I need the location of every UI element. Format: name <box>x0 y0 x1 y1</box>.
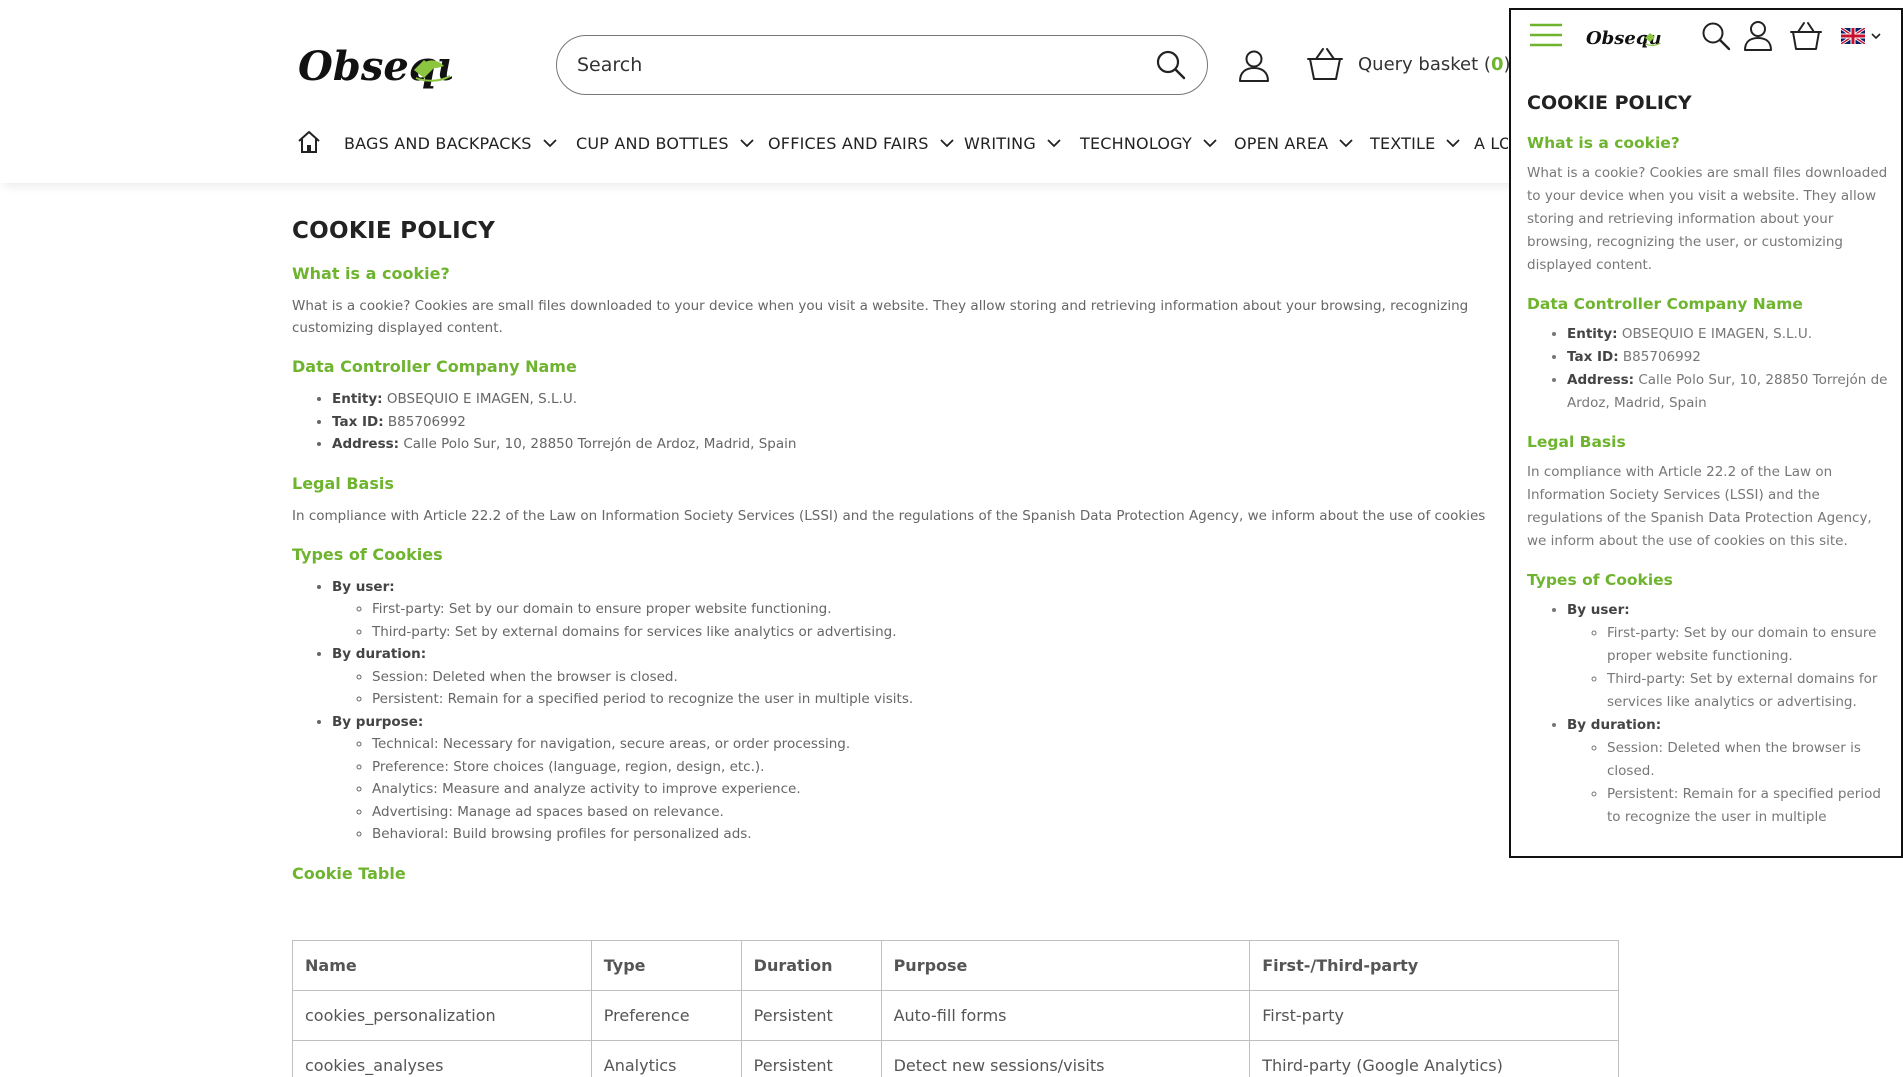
list-item: Address: Calle Polo Sur, 10, 28850 Torre… <box>332 433 1612 456</box>
mobile-basket-icon[interactable] <box>1790 21 1822 51</box>
chevron-down-icon <box>1339 139 1353 148</box>
list-item: Tax ID: B85706992 <box>1567 346 1889 369</box>
list-item: Entity: OBSEQUIO E IMAGEN, S.L.U. <box>1567 323 1889 346</box>
nav-open-area[interactable]: OPEN AREA <box>1234 126 1354 160</box>
nav-offices-and-fairs[interactable]: OFFICES AND FAIRS <box>768 126 955 160</box>
cookie-types-list: By user: First-party: Set by our domain … <box>292 576 1612 846</box>
mobile-cookie-types-list: By user: First-party: Set by our domain … <box>1527 599 1889 829</box>
mobile-page-title: COOKIE POLICY <box>1527 92 1692 114</box>
list-item: By user: First-party: Set by our domain … <box>332 576 1612 644</box>
list-item: Behavioral: Build browsing profiles for … <box>372 823 1612 846</box>
table-row: cookies_analyses Analytics Persistent De… <box>292 1040 1619 1077</box>
mobile-preview: Obsequio COOKIE POLICY What is a cookie?… <box>1509 8 1903 858</box>
home-icon[interactable] <box>296 130 322 154</box>
list-item: By duration: Session: Deleted when the b… <box>332 643 1612 711</box>
section-heading-data-controller: Data Controller Company Name <box>292 357 577 376</box>
list-item: Persistent: Remain for a specified perio… <box>1607 783 1889 829</box>
mobile-data-controller-list: Entity: OBSEQUIO E IMAGEN, S.L.U. Tax ID… <box>1527 323 1889 415</box>
column-header-duration: Duration <box>740 940 882 991</box>
basket-icon[interactable] <box>1306 46 1344 82</box>
table-cell: cookies_personalization <box>292 990 592 1041</box>
mobile-obsequio-logo[interactable]: Obsequio <box>1585 20 1661 52</box>
obsequio-logo[interactable]: Obsequio <box>296 30 452 98</box>
page-title: COOKIE POLICY <box>292 218 496 244</box>
uk-flag-icon[interactable] <box>1841 28 1865 44</box>
list-item: Preference: Store choices (language, reg… <box>372 756 1612 779</box>
column-header-type: Type <box>590 940 742 991</box>
data-controller-list: Entity: OBSEQUIO E IMAGEN, S.L.U. Tax ID… <box>292 388 1612 456</box>
list-item: Third-party: Set by external domains for… <box>1607 668 1889 714</box>
query-basket[interactable]: Query basket (0) <box>1306 46 1511 82</box>
chevron-down-icon <box>1047 139 1061 148</box>
legal-basis-text: In compliance with Article 22.2 of the L… <box>292 507 1486 524</box>
basket-label[interactable]: Query basket (0) <box>1358 54 1511 75</box>
basket-count: 0 <box>1490 53 1504 75</box>
table-cell: Analytics <box>590 1040 742 1077</box>
nav-technology[interactable]: TECHNOLOGY <box>1080 126 1218 160</box>
chevron-down-icon[interactable] <box>1871 32 1881 40</box>
search-input[interactable] <box>577 50 1117 80</box>
chevron-down-icon <box>740 139 754 148</box>
table-cell: Third-party (Google Analytics) <box>1249 1040 1619 1077</box>
section-heading-legal-basis: Legal Basis <box>292 473 394 493</box>
section-heading-what-is-cookie: What is a cookie? <box>292 264 450 283</box>
list-item: By user: First-party: Set by our domain … <box>1567 599 1889 714</box>
list-item: Analytics: Measure and analyze activity … <box>372 778 1612 801</box>
list-item: Address: Calle Polo Sur, 10, 28850 Torre… <box>1567 369 1889 415</box>
column-header-name: Name <box>292 940 592 991</box>
section-heading-types-of-cookies: Types of Cookies <box>292 544 443 564</box>
list-item: Persistent: Remain for a specified perio… <box>372 688 1612 711</box>
mobile-search-icon[interactable] <box>1701 21 1731 51</box>
mobile-user-icon[interactable] <box>1743 20 1773 52</box>
list-item: Advertising: Manage ad spaces based on r… <box>372 801 1612 824</box>
table-cell: Auto-fill forms <box>880 990 1251 1041</box>
section-heading-cookie-table: Cookie Table <box>292 863 406 883</box>
table-cell: Detect new sessions/visits <box>880 1040 1251 1077</box>
list-item: Technical: Necessary for navigation, sec… <box>372 733 1612 756</box>
table-cell: Persistent <box>740 1040 882 1077</box>
mobile-cookie-policy-content: COOKIE POLICY What is a cookie? What is … <box>1527 92 1889 829</box>
chevron-down-icon <box>542 139 557 148</box>
user-account-icon[interactable] <box>1236 48 1272 84</box>
chevron-down-icon <box>1203 139 1217 148</box>
column-header-purpose: Purpose <box>880 940 1251 991</box>
nav-textile[interactable]: TEXTILE <box>1370 126 1461 160</box>
mobile-heading-what-is-cookie: What is a cookie? <box>1527 134 1680 152</box>
nav-cup-and-bottles[interactable]: CUP AND BOTTLES <box>576 126 755 160</box>
table-cell: Preference <box>590 990 742 1041</box>
what-is-cookie-text-line-1: What is a cookie? Cookies are small file… <box>292 298 1469 314</box>
chevron-down-icon <box>940 139 954 148</box>
nav-writing[interactable]: WRITING <box>964 126 1062 160</box>
cookie-table: Name Type Duration Purpose First-/Third-… <box>292 940 1619 1077</box>
table-row: cookies_personalization Preference Persi… <box>292 990 1619 1041</box>
mobile-heading-legal-basis: Legal Basis <box>1527 433 1626 451</box>
cookie-policy-content: COOKIE POLICY What is a cookie? What is … <box>292 218 1612 895</box>
table-cell: cookies_analyses <box>292 1040 592 1077</box>
list-item: First-party: Set by our domain to ensure… <box>1607 622 1889 668</box>
list-item: By purpose: Technical: Necessary for nav… <box>332 711 1612 846</box>
column-header-party: First-/Third-party <box>1249 940 1619 991</box>
list-item: Session: Deleted when the browser is clo… <box>372 666 1612 689</box>
chevron-down-icon <box>1446 139 1461 148</box>
list-item: Tax ID: B85706992 <box>332 411 1612 434</box>
search-icon[interactable] <box>1155 49 1187 81</box>
nav-bags-and-backpacks[interactable]: BAGS AND BACKPACKS <box>344 126 558 160</box>
list-item: First-party: Set by our domain to ensure… <box>372 598 1612 621</box>
list-item: Entity: OBSEQUIO E IMAGEN, S.L.U. <box>332 388 1612 411</box>
table-cell: Persistent <box>740 990 882 1041</box>
list-item: Session: Deleted when the browser is clo… <box>1607 737 1889 783</box>
search-bar[interactable] <box>556 35 1208 95</box>
mobile-heading-data-controller: Data Controller Company Name <box>1527 295 1803 313</box>
mobile-heading-types-of-cookies: Types of Cookies <box>1527 571 1673 589</box>
mobile-legal-basis-text: In compliance with Article 22.2 of the L… <box>1527 464 1872 549</box>
list-item: By duration: Session: Deleted when the b… <box>1567 714 1889 829</box>
list-item: Third-party: Set by external domains for… <box>372 621 1612 644</box>
mobile-what-is-cookie-text: What is a cookie? Cookies are small file… <box>1527 165 1888 273</box>
main-nav: BAGS AND BACKPACKS CUP AND BOTTLES OFFIC… <box>296 126 1508 160</box>
hamburger-menu-icon[interactable] <box>1529 22 1563 48</box>
nav-a-lo[interactable]: A LO <box>1474 126 1508 160</box>
table-header-row: Name Type Duration Purpose First-/Third-… <box>292 940 1619 991</box>
table-cell: First-party <box>1249 990 1619 1041</box>
what-is-cookie-text-line-2: customizing displayed content. <box>292 320 503 336</box>
